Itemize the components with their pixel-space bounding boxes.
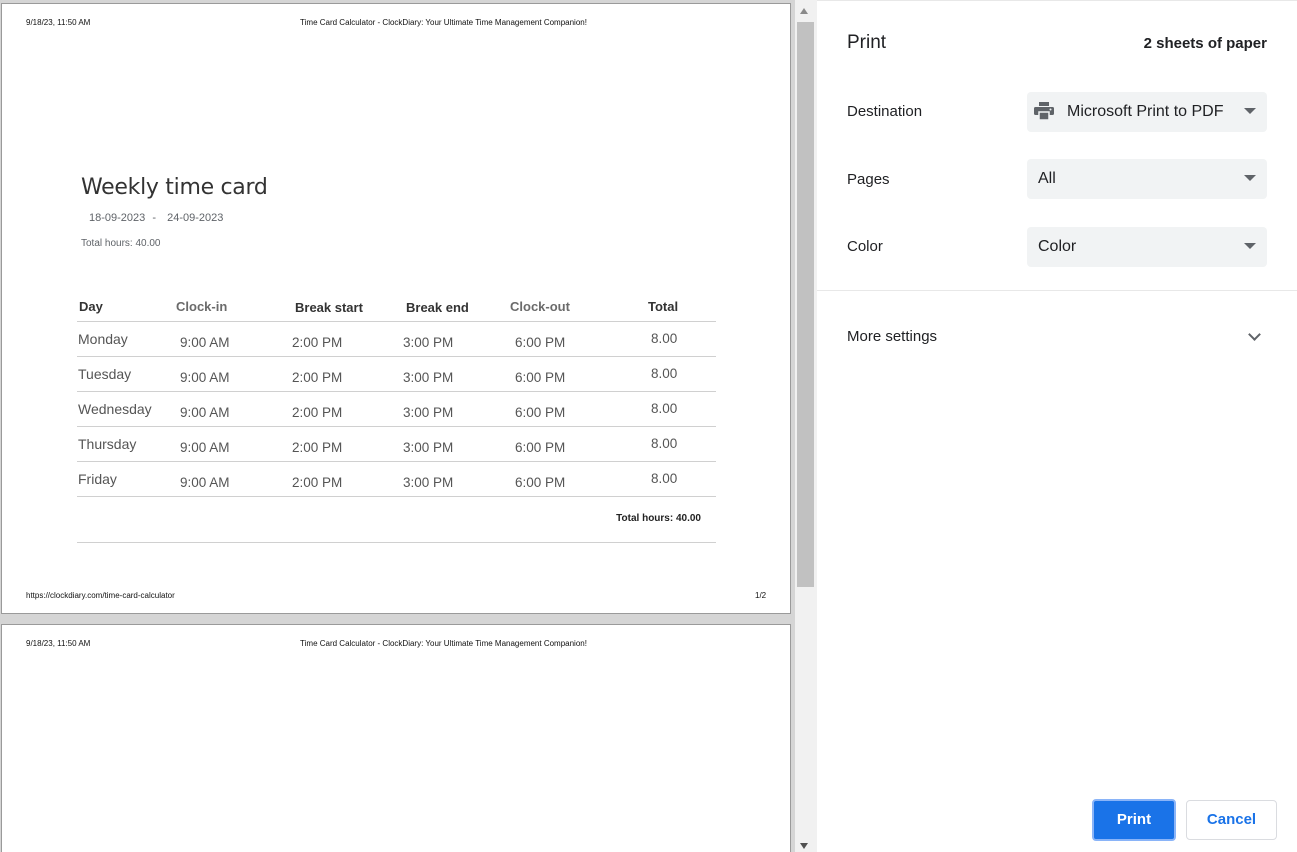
dropdown-arrow-icon xyxy=(1244,175,1256,181)
cell-total: 8.00 xyxy=(651,366,678,381)
print-button[interactable]: Print xyxy=(1092,799,1176,841)
cell-break-start: 2:00 PM xyxy=(292,335,343,350)
cell-day: Tuesday xyxy=(78,366,132,382)
date-range: 18-09-2023 - 24-09-2023 xyxy=(89,212,223,224)
cell-break-start: 2:00 PM xyxy=(292,440,343,455)
cell-day: Thursday xyxy=(78,436,137,452)
print-settings-panel: Print 2 sheets of paper Destination Micr… xyxy=(817,0,1297,852)
cell-break-end: 3:00 PM xyxy=(403,440,454,455)
page-footer-number: 1/2 xyxy=(755,591,767,600)
cell-clock-in: 9:00 AM xyxy=(180,440,230,455)
page-footer-url: https://clockdiary.com/time-card-calcula… xyxy=(26,591,175,600)
table-row: Wednesday 9:00 AM 2:00 PM 3:00 PM 6:00 P… xyxy=(77,392,716,427)
cell-break-end: 3:00 PM xyxy=(403,475,454,490)
dropdown-arrow-icon xyxy=(1244,243,1256,249)
cell-total: 8.00 xyxy=(651,331,678,346)
cell-clock-in: 9:00 AM xyxy=(180,335,230,350)
cell-total: 8.00 xyxy=(651,436,678,451)
destination-select[interactable]: Microsoft Print to PDF xyxy=(1027,92,1267,132)
date-separator: - xyxy=(152,212,157,224)
color-select[interactable]: Color xyxy=(1027,227,1267,267)
cell-break-start: 2:00 PM xyxy=(292,370,343,385)
table-bottom-divider xyxy=(77,542,716,543)
scroll-up-arrow-icon[interactable] xyxy=(800,8,808,14)
table-row: Tuesday 9:00 AM 2:00 PM 3:00 PM 6:00 PM … xyxy=(77,357,716,392)
column-header-total: Total xyxy=(648,299,679,314)
cancel-button[interactable]: Cancel xyxy=(1186,800,1277,840)
destination-label: Destination xyxy=(847,103,923,120)
column-header-day: Day xyxy=(79,299,103,314)
pages-select[interactable]: All xyxy=(1027,159,1267,199)
cell-break-end: 3:00 PM xyxy=(403,335,454,350)
more-settings-toggle[interactable]: More settings xyxy=(847,328,937,345)
cell-day: Friday xyxy=(78,471,117,487)
scrollbar-thumb[interactable] xyxy=(797,22,814,587)
pages-value: All xyxy=(1038,170,1056,187)
table-row: Monday 9:00 AM 2:00 PM 3:00 PM 6:00 PM 8… xyxy=(77,322,716,357)
table-row: Friday 9:00 AM 2:00 PM 3:00 PM 6:00 PM 8… xyxy=(77,462,716,497)
scroll-down-arrow-icon[interactable] xyxy=(800,843,808,849)
cell-total: 8.00 xyxy=(651,401,678,416)
color-label: Color xyxy=(847,238,883,255)
date-end: 24-09-2023 xyxy=(167,212,224,224)
settings-divider xyxy=(817,290,1297,291)
print-dialog-title: Print xyxy=(847,32,887,53)
cell-clock-in: 9:00 AM xyxy=(180,370,230,385)
destination-value: Microsoft Print to PDF xyxy=(1067,103,1224,120)
date-start: 18-09-2023 xyxy=(89,212,146,224)
chevron-down-icon[interactable] xyxy=(1248,328,1261,341)
table-row: Thursday 9:00 AM 2:00 PM 3:00 PM 6:00 PM… xyxy=(77,427,716,462)
preview-page-1: 9/18/23, 11:50 AM Time Card Calculator -… xyxy=(1,3,791,614)
cell-break-end: 3:00 PM xyxy=(403,405,454,420)
column-header-break-end: Break end xyxy=(406,300,469,315)
preview-page-2: 9/18/23, 11:50 AM Time Card Calculator -… xyxy=(1,624,791,852)
page-header-title: Time Card Calculator - ClockDiary: Your … xyxy=(300,18,587,27)
cell-clock-in: 9:00 AM xyxy=(180,475,230,490)
total-hours-summary: Total hours: 40.00 xyxy=(81,238,161,249)
table-total-hours: Total hours: 40.00 xyxy=(616,513,701,524)
document-title: Weekly time card xyxy=(81,175,268,200)
cell-clock-out: 6:00 PM xyxy=(515,370,566,385)
column-header-break-start: Break start xyxy=(295,300,363,315)
column-header-clock-in: Clock-in xyxy=(176,299,228,314)
cell-clock-out: 6:00 PM xyxy=(515,405,566,420)
cell-clock-out: 6:00 PM xyxy=(515,335,566,350)
cell-clock-in: 9:00 AM xyxy=(180,405,230,420)
cell-break-start: 2:00 PM xyxy=(292,405,343,420)
pages-label: Pages xyxy=(847,171,890,188)
column-header-clock-out: Clock-out xyxy=(510,299,570,314)
cell-clock-out: 6:00 PM xyxy=(515,440,566,455)
page-header-title: Time Card Calculator - ClockDiary: Your … xyxy=(300,639,587,648)
preview-scrollbar[interactable] xyxy=(795,0,817,852)
cell-total: 8.00 xyxy=(651,471,678,486)
cell-break-end: 3:00 PM xyxy=(403,370,454,385)
print-preview-area: 9/18/23, 11:50 AM Time Card Calculator -… xyxy=(0,0,817,852)
printer-icon xyxy=(1034,102,1054,120)
dropdown-arrow-icon xyxy=(1244,108,1256,114)
cell-break-start: 2:00 PM xyxy=(292,475,343,490)
cell-day: Wednesday xyxy=(78,401,152,417)
cell-clock-out: 6:00 PM xyxy=(515,475,566,490)
sheet-count: 2 sheets of paper xyxy=(1143,35,1267,52)
cell-day: Monday xyxy=(78,331,128,347)
color-value: Color xyxy=(1038,238,1077,255)
